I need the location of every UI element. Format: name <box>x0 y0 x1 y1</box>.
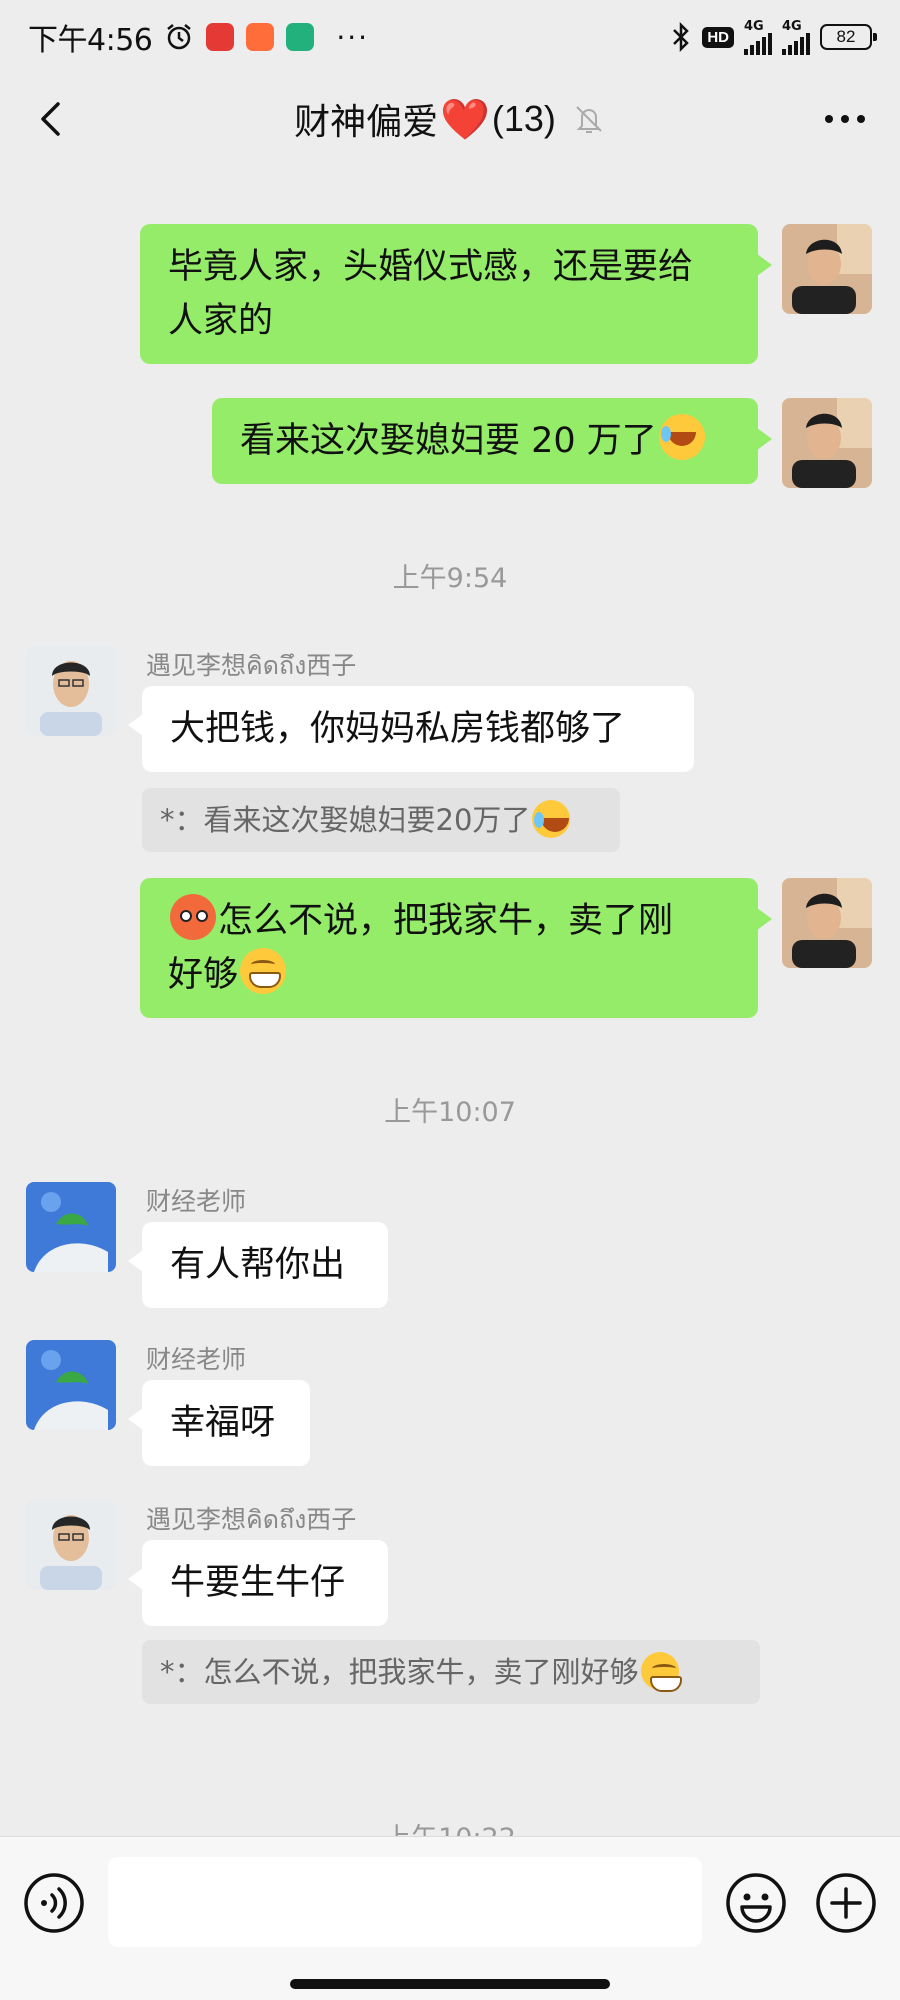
status-time: 下午4:56 <box>28 23 153 58</box>
message-text-line2: 好够 <box>168 955 239 995</box>
my-avatar[interactable] <box>782 878 872 968</box>
timestamp: 上午10:07 <box>384 1097 516 1128</box>
alarm-icon <box>164 22 194 52</box>
smiley-icon[interactable] <box>724 1871 788 1935</box>
group-name: 财神偏爱 <box>294 101 439 142</box>
hd-badge: HD <box>702 26 734 48</box>
message-text-line1: 怎么不说，把我家牛，卖了刚 <box>218 901 674 941</box>
signal-1: 4G <box>744 20 772 55</box>
message-bubble[interactable]: 有人帮你出 <box>128 1222 388 1308</box>
message-bubble[interactable]: 看来这次娶媳妇要 20 万了 <box>212 398 772 484</box>
signal-bars-icon <box>782 32 810 55</box>
my-avatar[interactable] <box>782 398 872 488</box>
message-bubble[interactable]: 幸福呀 <box>128 1380 310 1466</box>
chat-header: 财神偏爱 ❤️ (13) <box>0 74 900 164</box>
security-app-icon <box>286 23 315 51</box>
status-bar: 下午4:56 ··· HD 4G 4G 82 <box>0 0 900 74</box>
chevron-left-icon[interactable] <box>30 96 76 142</box>
input-bar <box>0 1836 900 2000</box>
laugh-cry-emoji-icon <box>532 800 571 838</box>
sender-name: 财经老师 <box>146 1345 247 1374</box>
bluetooth-icon <box>670 22 692 52</box>
more-notifications-icon: ··· <box>336 20 370 54</box>
home-indicator <box>290 1979 610 1989</box>
chat-title: 财神偏爱 ❤️ (13) <box>294 93 606 145</box>
message-bubble[interactable]: 牛要生牛仔 <box>128 1540 388 1626</box>
angry-emoji-icon <box>170 894 216 940</box>
plus-icon[interactable] <box>814 1871 878 1935</box>
signal-2: 4G <box>782 20 810 55</box>
message-bubble[interactable]: 大把钱，你妈妈私房钱都够了 <box>128 686 694 772</box>
message-bubble[interactable]: 怎么不说，把我家牛，卖了刚好够 <box>140 878 772 1018</box>
more-dots-icon[interactable] <box>820 104 870 134</box>
member-avatar[interactable] <box>26 646 116 736</box>
music-app-icon <box>206 23 235 51</box>
grin-emoji-icon <box>640 1652 682 1692</box>
quoted-message[interactable]: *：看来这次娶媳妇要20万了 <box>142 788 620 852</box>
laugh-cry-emoji-icon <box>658 414 705 460</box>
timestamp: 上午10:22 <box>0 1816 900 1836</box>
sender-name: 遇见李想คิดถึง西子 <box>146 1505 357 1534</box>
quote-text: *：看来这次娶媳妇要20万了 <box>160 803 531 837</box>
message-list[interactable]: 毕竟人家，头婚仪式感，还是要给 人家的 看来这次娶媳妇要 20 万了 上午9:5… <box>0 164 900 1836</box>
bell-off-icon <box>572 102 606 136</box>
member-avatar[interactable] <box>26 1182 116 1272</box>
signal-bars-icon <box>744 32 772 55</box>
my-avatar[interactable] <box>782 224 872 314</box>
message-text: 看来这次娶媳妇要 20 万了 <box>240 421 657 461</box>
member-avatar[interactable] <box>26 1500 116 1590</box>
quoted-message[interactable]: *：怎么不说，把我家牛，卖了刚好够 <box>142 1640 760 1704</box>
message-bubble[interactable]: 毕竟人家，头婚仪式感，还是要给 人家的 <box>140 224 772 364</box>
member-count: (13) <box>491 98 556 139</box>
sender-name: 遇见李想คิดถึง西子 <box>146 651 357 680</box>
battery-icon: 82 <box>820 24 877 50</box>
member-avatar[interactable] <box>26 1340 116 1430</box>
timestamp: 上午9:54 <box>392 563 508 594</box>
sender-name: 财经老师 <box>146 1187 247 1216</box>
quote-text: *：怎么不说，把我家牛，卖了刚好够 <box>160 1655 639 1689</box>
grin-emoji-icon <box>240 948 287 994</box>
message-input[interactable] <box>108 1857 702 1947</box>
heart-emoji: ❤️ <box>440 97 490 142</box>
voice-icon[interactable] <box>22 1871 86 1935</box>
shopping-app-icon <box>246 23 275 51</box>
